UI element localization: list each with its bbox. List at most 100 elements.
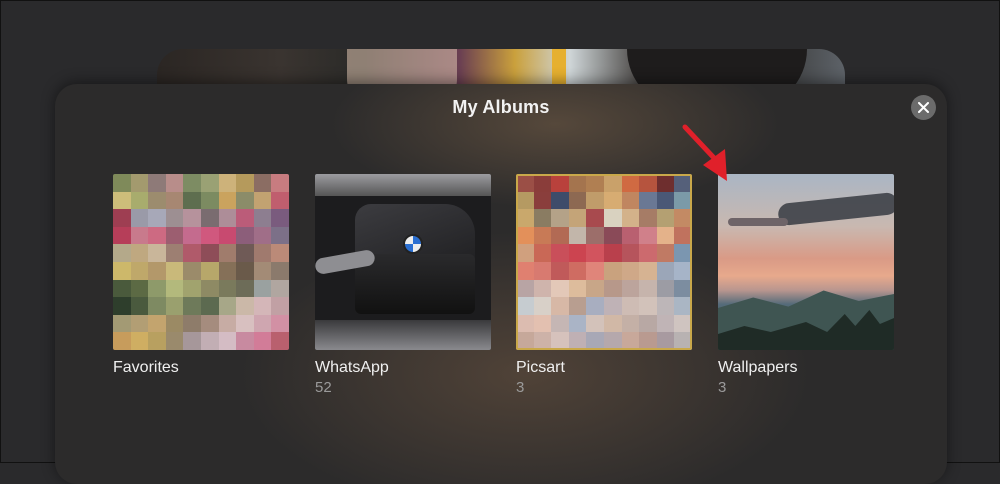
mosaic-tile	[586, 174, 604, 192]
mosaic-tile	[551, 332, 569, 350]
mosaic-tile	[113, 174, 131, 192]
mosaic-tile	[130, 332, 149, 350]
mosaic-tile	[183, 209, 201, 227]
mosaic-tile	[674, 209, 692, 227]
mosaic-tile	[113, 332, 131, 350]
album-wallpapers[interactable]: Wallpapers 3	[718, 174, 894, 396]
mosaic-tile	[236, 262, 254, 280]
mosaic-tile	[568, 226, 587, 245]
mosaic-tile	[201, 332, 219, 350]
mosaic-tile	[148, 279, 166, 298]
mosaic-tile	[218, 279, 237, 298]
mosaic-tile	[533, 174, 552, 192]
mosaic-tile	[656, 209, 675, 227]
mosaic-tile	[656, 244, 675, 262]
mosaic-tile	[201, 244, 219, 262]
mosaic-tile	[516, 279, 534, 298]
mosaic-tile	[568, 191, 587, 210]
mosaic-tile	[113, 244, 131, 262]
mosaic-tile	[183, 244, 201, 262]
mosaic-tile	[148, 332, 166, 350]
album-count	[113, 379, 289, 396]
mosaic-tile	[586, 226, 604, 245]
sheet-title: My Albums	[452, 97, 550, 117]
mosaic-tile	[148, 191, 166, 210]
mosaic-tile	[253, 314, 272, 333]
mosaic-tile	[271, 279, 289, 298]
mosaic-tile	[271, 191, 289, 210]
mosaic-tile	[253, 174, 272, 192]
mosaic-tile	[271, 314, 289, 333]
albums-sheet: My Albums Favorites WhatsApp 52 Picsart	[55, 84, 947, 484]
mosaic-tile	[621, 279, 640, 298]
mosaic-tile	[236, 174, 254, 192]
mosaic-tile	[639, 314, 657, 333]
mosaic-tile	[201, 209, 219, 227]
mosaic-tile	[551, 174, 569, 192]
close-button[interactable]	[911, 95, 936, 120]
mosaic-tile	[568, 314, 587, 333]
album-count: 3	[718, 379, 727, 396]
mosaic-tile	[516, 209, 534, 227]
landscape-cloud	[777, 191, 894, 227]
mosaic-tile	[113, 209, 131, 227]
album-name: WhatsApp	[315, 359, 389, 376]
mosaic-tile	[639, 209, 657, 227]
mosaic-tile	[218, 314, 237, 333]
mosaic-tile	[674, 279, 692, 298]
mosaic-tile	[201, 262, 219, 280]
mosaic-tile	[165, 297, 184, 315]
mosaic-tile	[656, 262, 675, 280]
mosaic-tile	[533, 262, 552, 280]
mosaic-tile	[183, 262, 201, 280]
mosaic-tile	[533, 226, 552, 245]
mosaic-tile	[271, 262, 289, 280]
mosaic-tile	[113, 262, 131, 280]
mosaic-tile	[568, 262, 587, 280]
mosaic-tile	[183, 297, 201, 315]
mosaic-tile	[201, 226, 219, 245]
mosaic-tile	[130, 279, 149, 298]
mosaic-tile	[604, 314, 622, 333]
mosaic-tile	[253, 209, 272, 227]
mosaic-tile	[236, 209, 254, 227]
mosaic-tile	[218, 174, 237, 192]
album-thumbnail[interactable]	[516, 174, 692, 350]
mosaic-tile	[621, 332, 640, 350]
mosaic-tile	[674, 297, 692, 315]
mosaic-tile	[130, 209, 149, 227]
mosaic-tile	[253, 191, 272, 210]
mosaic-tile	[201, 191, 219, 210]
mosaic-tile	[674, 262, 692, 280]
mosaic-tile	[218, 226, 237, 245]
album-thumbnail[interactable]	[113, 174, 289, 350]
mosaic-tile	[201, 279, 219, 298]
mosaic-tile	[218, 244, 237, 262]
mosaic-tile	[516, 226, 534, 245]
mosaic-tile	[621, 209, 640, 227]
mosaic-tile	[236, 332, 254, 350]
mosaic-tile	[604, 244, 622, 262]
mosaic-tile	[674, 314, 692, 333]
album-picsart[interactable]: Picsart 3	[516, 174, 692, 396]
album-whatsapp[interactable]: WhatsApp 52	[315, 174, 491, 396]
mosaic-tile	[656, 332, 675, 350]
mosaic-tile	[674, 244, 692, 262]
mosaic-tile	[586, 262, 604, 280]
mosaic-tile	[113, 191, 131, 210]
mosaic-tile	[218, 209, 237, 227]
album-favorites[interactable]: Favorites	[113, 174, 289, 396]
mosaic-tile	[604, 209, 622, 227]
album-thumbnail[interactable]	[315, 174, 491, 350]
mosaic-tile	[183, 191, 201, 210]
album-thumbnail[interactable]	[718, 174, 894, 350]
mosaic-tile	[253, 244, 272, 262]
mosaic-tile	[271, 174, 289, 192]
mosaic-tile	[604, 332, 622, 350]
mosaic-tile	[271, 226, 289, 245]
mosaic-tile	[165, 174, 184, 192]
mosaic-tile	[586, 244, 604, 262]
mosaic-tile	[568, 174, 587, 192]
mosaic-tile	[551, 279, 569, 298]
mosaic-tile	[148, 262, 166, 280]
